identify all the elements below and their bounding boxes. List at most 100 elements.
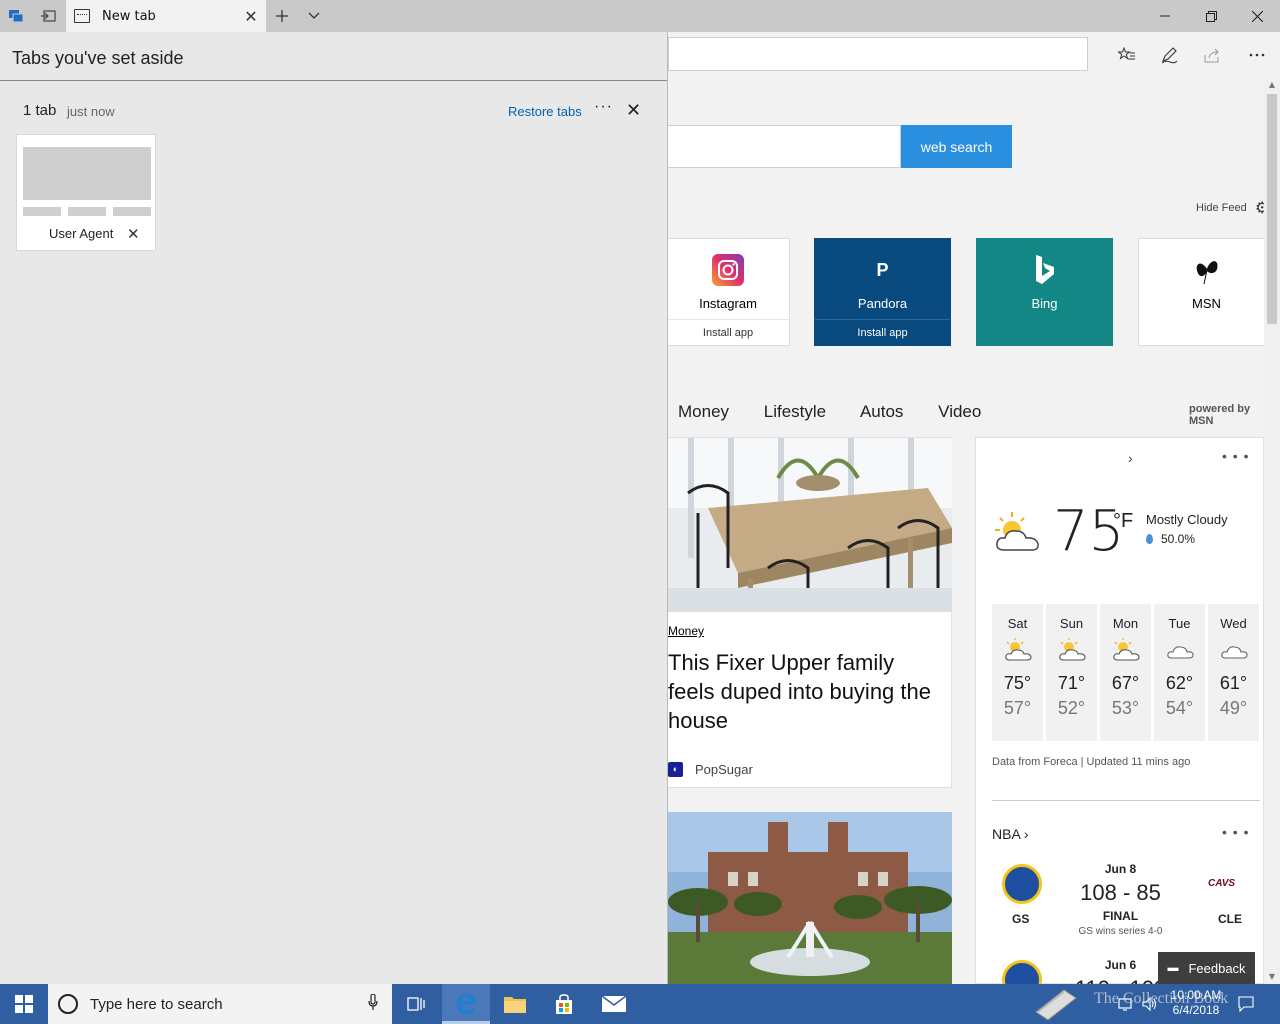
article-source: ◐ PopSugar xyxy=(668,762,753,777)
web-search-input[interactable] xyxy=(668,125,901,168)
temperature-unit[interactable]: °F xyxy=(1113,510,1133,533)
category-money[interactable]: Money xyxy=(678,402,729,421)
microphone-icon[interactable] xyxy=(368,993,378,1014)
tile-name: Instagram xyxy=(699,296,757,311)
close-tab-icon[interactable]: ✕ xyxy=(236,7,266,26)
store-icon[interactable] xyxy=(540,984,588,1024)
set-aside-tab-thumbnail[interactable]: User Agent ✕ xyxy=(16,134,156,251)
divider xyxy=(0,80,667,81)
tab-preview-chevron-icon[interactable] xyxy=(298,0,330,32)
away-team: CLE xyxy=(1218,912,1242,926)
restore-button[interactable] xyxy=(1188,0,1234,32)
forecast-day[interactable]: Tue 62° 54° xyxy=(1154,604,1205,741)
top-site-bing[interactable]: Bing xyxy=(976,238,1113,346)
title-bar: New tab ✕ xyxy=(0,0,1280,32)
feedback-button[interactable]: ▬ Feedback xyxy=(1158,952,1255,984)
forecast-day-name: Mon xyxy=(1112,616,1139,631)
minimize-button[interactable] xyxy=(1142,0,1188,32)
remove-group-close-icon[interactable]: ✕ xyxy=(626,100,641,121)
nba-section-title[interactable]: NBA › xyxy=(992,826,1029,842)
share-icon[interactable] xyxy=(1200,42,1226,68)
install-app-link[interactable]: Install app xyxy=(668,319,789,345)
game-date: Jun 8 xyxy=(1104,862,1137,876)
top-site-pandora[interactable]: P Pandora Install app xyxy=(814,238,951,346)
news-card[interactable]: Money This Fixer Upper family feels dupe… xyxy=(668,437,952,788)
set-aside-tabs-icon[interactable] xyxy=(32,0,64,32)
news-card-image[interactable] xyxy=(668,812,952,984)
task-view-icon[interactable] xyxy=(392,984,440,1024)
forecast-day[interactable]: Sat 75° 57° xyxy=(992,604,1043,741)
category-autos[interactable]: Autos xyxy=(860,402,903,421)
windows-start-icon[interactable] xyxy=(0,984,48,1024)
favorites-icon[interactable] xyxy=(1114,42,1140,68)
forecast-day[interactable]: Mon 67° 53° xyxy=(1100,604,1151,741)
tile-name: Pandora xyxy=(857,296,908,311)
group-more-options-icon[interactable]: ··· xyxy=(594,98,613,116)
precipitation-value: 50.0% xyxy=(1161,532,1196,546)
clock-time: 10:00 AM xyxy=(1170,988,1222,1002)
partly-sunny-icon xyxy=(1046,631,1097,669)
top-site-instagram[interactable]: Instagram Install app xyxy=(668,238,790,346)
taskbar-clock[interactable]: 10:00 AM 6/4/2018 xyxy=(1168,988,1224,1018)
vertical-scrollbar[interactable]: ▲ ▼ xyxy=(1264,78,1280,984)
feedback-icon: ▬ xyxy=(1167,962,1179,974)
forecast-high: 61° xyxy=(1219,673,1248,693)
raindrop-icon xyxy=(1146,534,1153,544)
source-name: PopSugar xyxy=(695,762,753,777)
weather-more-icon[interactable]: • • • xyxy=(1222,448,1249,464)
partly-sunny-icon xyxy=(992,510,1044,559)
feedback-label: Feedback xyxy=(1188,960,1246,976)
forecast-high: 62° xyxy=(1165,673,1194,693)
precipitation: 50.0% xyxy=(1146,532,1195,546)
tabs-set-aside-panel: Tabs you've set aside 1 tab just now Res… xyxy=(0,32,668,984)
forecast-day[interactable]: Wed 61° 49° xyxy=(1208,604,1259,741)
file-explorer-icon[interactable] xyxy=(491,984,539,1024)
thumbnail-bar xyxy=(23,207,61,216)
forecast-low: 57° xyxy=(1003,698,1032,718)
thumbnail-bar xyxy=(68,207,106,216)
tab-thumbnail-label: User Agent xyxy=(49,226,114,241)
web-search-button[interactable]: web search xyxy=(901,125,1012,168)
news-categories: Money Lifestyle Autos Video xyxy=(678,402,1011,422)
instagram-icon xyxy=(712,254,744,286)
scroll-up-arrow-icon[interactable]: ▲ xyxy=(1264,78,1280,92)
tab-groups-icon[interactable] xyxy=(0,0,32,32)
action-center-icon[interactable] xyxy=(1238,984,1254,1024)
web-note-pen-icon[interactable] xyxy=(1156,42,1182,68)
forecast-day-name: Sat xyxy=(1007,616,1028,631)
install-app-link[interactable]: Install app xyxy=(815,319,950,345)
category-video[interactable]: Video xyxy=(938,402,981,421)
top-site-msn[interactable]: MSN xyxy=(1138,238,1264,346)
more-options-icon[interactable] xyxy=(1244,42,1270,68)
partly-sunny-icon xyxy=(1100,631,1151,669)
forecast-day-name: Tue xyxy=(1168,616,1191,631)
weather-card: › • • • 75 °F Mostly Cloudy 50.0% Sat 75… xyxy=(975,437,1264,984)
cortana-icon xyxy=(58,994,78,1014)
tab-new-tab[interactable]: New tab ✕ xyxy=(66,0,266,32)
chevron-right-icon: › xyxy=(1023,826,1029,842)
new-tab-plus-icon[interactable] xyxy=(266,0,298,32)
weather-footer: Data from Foreca | Updated 11 mins ago xyxy=(992,756,1191,768)
hide-feed-link[interactable]: Hide Feed xyxy=(1196,202,1247,214)
tile-name: Bing xyxy=(1031,296,1058,311)
scrollbar-thumb[interactable] xyxy=(1267,94,1277,324)
new-tab-icon xyxy=(74,9,90,23)
close-window-button[interactable] xyxy=(1234,0,1280,32)
category-lifestyle[interactable]: Lifestyle xyxy=(764,402,826,421)
close-icon[interactable]: ✕ xyxy=(127,225,140,243)
edge-browser-icon[interactable] xyxy=(442,984,490,1024)
article-headline[interactable]: This Fixer Upper family feels duped into… xyxy=(668,648,938,735)
gear-icon[interactable]: ⚙ xyxy=(1255,198,1264,217)
address-bar[interactable] xyxy=(668,37,1088,71)
article-category[interactable]: Money xyxy=(668,624,704,638)
forecast-day[interactable]: Sun 71° 52° xyxy=(1046,604,1097,741)
restore-tabs-link[interactable]: Restore tabs xyxy=(508,104,582,119)
msn-icon xyxy=(1191,254,1223,286)
taskbar-search-box[interactable]: Type here to search xyxy=(48,984,392,1024)
nba-more-icon[interactable]: • • • xyxy=(1222,824,1249,840)
partly-sunny-icon xyxy=(992,631,1043,669)
mail-icon[interactable] xyxy=(590,984,638,1024)
chevron-right-icon[interactable]: › xyxy=(1128,450,1133,466)
tray-book-icon xyxy=(1034,984,1078,1024)
scroll-down-arrow-icon[interactable]: ▼ xyxy=(1264,970,1280,984)
